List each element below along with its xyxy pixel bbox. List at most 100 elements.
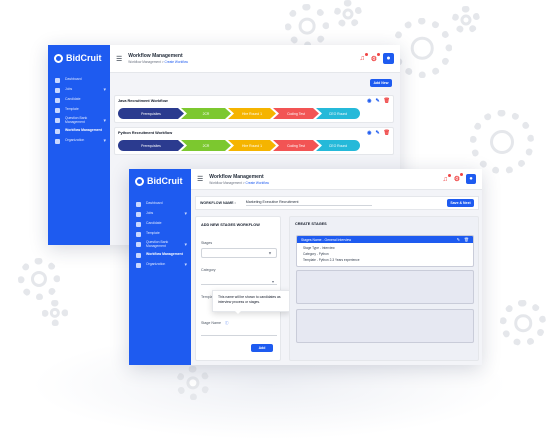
sidebar: BidCruit Dashboard Jobs ▾ Candidate Template… — [48, 45, 110, 245]
sidebar-item-organization[interactable]: Organization ▾ — [48, 136, 110, 146]
pipeline-stage[interactable]: Hire Round 1 — [228, 140, 276, 151]
edit-icon[interactable]: ✎ — [457, 237, 460, 242]
breadcrumb-root[interactable]: Workflow Management — [128, 60, 161, 64]
gear-icon — [334, 0, 362, 28]
pipeline-stage[interactable]: Hire Round 1 — [228, 108, 276, 119]
workflow-title: Python Recruitment Workflow — [118, 131, 173, 135]
file-icon — [55, 107, 60, 113]
sidebar-item-workflow-management[interactable]: Workflow Management — [48, 126, 110, 136]
page-title: Workflow Management — [128, 53, 183, 59]
sidebar-item-question-bank-management[interactable]: Question Bank Management ▾ — [129, 239, 191, 250]
stage-card[interactable]: Stages Name - General Interview ✎ 🗑 Stag… — [296, 235, 474, 267]
workflow-pipeline: Prerequisites 2CR Hire Round 1 Coding Test C… — [118, 140, 360, 151]
sidebar-item-organization[interactable]: Organization ▾ — [129, 260, 191, 270]
briefcase-icon — [55, 87, 60, 93]
user-avatar[interactable]: ● — [466, 174, 476, 184]
pipeline-stage[interactable]: CEO Round — [316, 108, 360, 119]
notification-settings-icon[interactable]: ⚙ — [371, 52, 380, 63]
notification-bell-icon[interactable]: ♫ — [359, 53, 368, 62]
sidebar-item-label: Dashboard — [65, 77, 82, 82]
workflow-name-label: WORKFLOW NAME : — [200, 201, 236, 205]
brand-name: BidCruit — [66, 53, 102, 63]
sidebar-item-label: Workflow Management — [146, 252, 183, 257]
view-icon[interactable]: ◉ — [367, 98, 371, 104]
user-avatar[interactable]: ● — [383, 53, 394, 64]
edit-icon[interactable]: ✎ — [375, 130, 379, 136]
delete-icon[interactable]: 🗑 — [384, 98, 390, 104]
delete-icon[interactable]: 🗑 — [384, 130, 390, 136]
book-icon — [55, 118, 60, 123]
stage-name-input[interactable] — [201, 331, 277, 336]
category-select[interactable]: ▾ — [201, 279, 277, 285]
logo: BidCruit — [48, 45, 110, 63]
user-icon — [136, 221, 141, 227]
stage-card-header: Stages Name - General Interview ✎ 🗑 — [297, 236, 473, 243]
pipeline-stage[interactable]: Prerequisites — [118, 140, 184, 151]
sidebar: BidCruit Dashboard Jobs ▾ Candidate Template… — [129, 169, 191, 365]
add-new-button[interactable]: Add New — [370, 79, 392, 87]
workflow-actions: ◉ ✎ 🗑 — [363, 130, 390, 136]
workflow-name-input[interactable]: Marketing Executive Recruitment — [245, 200, 372, 206]
empty-stage-slot[interactable] — [296, 270, 474, 304]
notification-settings-icon[interactable]: ⚙ — [454, 173, 463, 183]
pipeline-stage[interactable]: Prerequisites — [118, 108, 184, 119]
sidebar-item-jobs[interactable]: Jobs ▾ — [48, 85, 110, 95]
sidebar-item-label: Template — [146, 231, 160, 236]
gear-icon — [452, 6, 480, 34]
sidebar-item-label: Organization — [65, 138, 85, 143]
chevron-down-icon: ▾ — [184, 211, 187, 217]
chevron-down-icon: ▾ — [184, 241, 187, 248]
sidebar-item-workflow-management[interactable]: Workflow Management — [129, 250, 191, 260]
pipeline-stage[interactable]: Coding Test — [273, 140, 319, 151]
breadcrumb-current: Create Workflow — [245, 180, 269, 185]
sidebar-item-label: Dashboard — [146, 201, 163, 206]
book-icon — [136, 242, 141, 247]
edit-icon[interactable]: ✎ — [375, 98, 379, 104]
add-stage-button[interactable]: Add — [251, 344, 273, 352]
workflow-card[interactable]: Java Recruitment Workflow ◉ ✎ 🗑 Prerequisite… — [114, 95, 394, 123]
stages-select[interactable]: ▼ — [201, 248, 277, 258]
stage-card-title: Stages Name - General Interview — [301, 237, 352, 242]
workflow-title: Java Recruitment Workflow — [118, 99, 168, 103]
notification-bell-icon[interactable]: ♫ — [442, 173, 451, 183]
gear-icon — [42, 300, 68, 326]
save-next-button[interactable]: Save & Next — [447, 199, 474, 207]
front-window: BidCruit Dashboard Jobs ▾ Candidate Template… — [129, 169, 482, 365]
chevron-down-icon: ▾ — [271, 279, 274, 284]
gear-icon — [470, 110, 534, 174]
empty-stage-slot[interactable] — [296, 309, 474, 343]
sidebar-item-label: Candidate — [146, 221, 162, 226]
sidebar-item-dashboard[interactable]: Dashboard — [129, 199, 191, 209]
workflow-icon — [55, 128, 60, 134]
breadcrumb-root[interactable]: Workflow Management — [209, 181, 242, 185]
menu-icon[interactable]: ☰ — [197, 175, 203, 183]
logo: BidCruit — [129, 169, 191, 186]
chevron-down-icon: ▾ — [103, 138, 106, 144]
user-icon — [55, 97, 60, 103]
pipeline-stage[interactable]: CEO Round — [316, 140, 360, 151]
pipeline-stage[interactable]: Coding Test — [273, 108, 319, 119]
menu-icon[interactable]: ☰ — [116, 55, 122, 63]
sidebar-item-candidate[interactable]: Candidate — [129, 219, 191, 229]
sidebar-item-jobs[interactable]: Jobs ▾ — [129, 209, 191, 219]
tooltip-arrow — [234, 310, 242, 314]
topbar: ☰ Workflow Management Workflow Managemen… — [191, 169, 482, 190]
gear-icon — [392, 18, 452, 78]
sidebar-item-dashboard[interactable]: Dashboard — [48, 75, 110, 85]
stage-name-label: Stage Name — [201, 321, 221, 325]
sidebar-item-candidate[interactable]: Candidate — [48, 95, 110, 105]
pipeline-stage[interactable]: 2CR — [181, 140, 231, 151]
sidebar-item-label: Candidate — [65, 97, 81, 102]
workflow-card[interactable]: Python Recruitment Workflow ◉ ✎ 🗑 Prerequisi… — [114, 127, 394, 155]
sidebar-item-template[interactable]: Template — [48, 105, 110, 115]
view-icon[interactable]: ◉ — [367, 130, 371, 136]
file-icon — [136, 231, 141, 237]
breadcrumb: Workflow Management > Create Workflow — [209, 181, 269, 185]
sidebar-item-question-bank-management[interactable]: Question Bank Management ▾ — [48, 115, 110, 126]
pipeline-stage[interactable]: 2CR — [181, 108, 231, 119]
create-stages-title: CREATE STAGES — [295, 222, 327, 226]
chevron-down-icon: ▾ — [103, 87, 106, 93]
sidebar-item-template[interactable]: Template — [129, 229, 191, 239]
info-icon[interactable]: ⓘ — [225, 321, 229, 326]
delete-icon[interactable]: 🗑 — [464, 237, 469, 242]
